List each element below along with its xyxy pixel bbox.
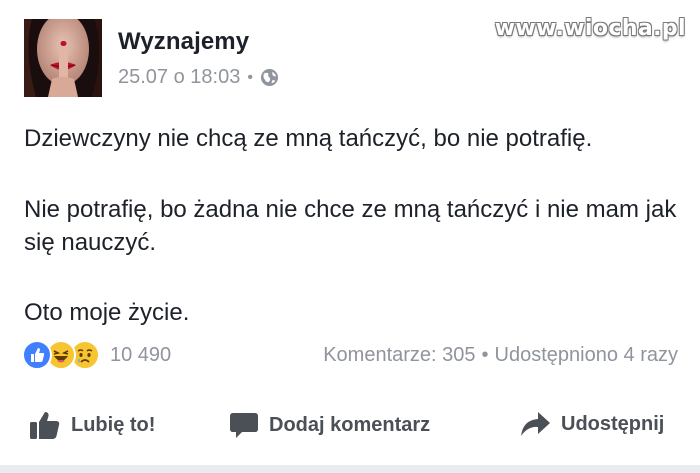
post-stats: Komentarze: 305 • Udostępniono 4 razy [323, 344, 678, 367]
like-reaction-icon [22, 340, 52, 370]
meta-separator: • [247, 68, 253, 86]
avatar[interactable] [24, 19, 102, 97]
shares-count[interactable]: Udostępniono 4 razy [495, 344, 678, 367]
thumbs-up-icon [30, 412, 60, 439]
avatar-image [24, 19, 102, 97]
post-author[interactable]: Wyznajemy [118, 28, 249, 56]
post-paragraph-3: Oto moje życie. [24, 299, 190, 326]
like-button[interactable]: Lubię to! [29, 410, 155, 440]
comments-count[interactable]: Komentarze: 305 [323, 344, 475, 367]
share-arrow-icon [521, 412, 550, 436]
facebook-post: Wyznajemy 25.07 o 18:03 • www.wiocha.pl … [0, 0, 700, 473]
globe-icon[interactable] [260, 68, 279, 87]
action-bar: Lubię to! Dodaj komentarz Udostępnij [0, 410, 700, 450]
share-label: Udostępnij [561, 412, 665, 435]
watermark: www.wiocha.pl [494, 16, 686, 41]
like-label: Lubię to! [71, 413, 156, 436]
comment-button[interactable]: Dodaj komentarz [229, 410, 430, 440]
stats-separator: • [481, 344, 489, 366]
post-timestamp[interactable]: 25.07 o 18:03 [118, 66, 240, 89]
comment-label: Dodaj komentarz [269, 413, 431, 436]
post-meta: 25.07 o 18:03 • [118, 66, 279, 89]
reactions-summary[interactable]: 10 490 [22, 340, 171, 370]
post-paragraph-1: Dziewczyny nie chcą ze mną tańczyć, bo n… [24, 125, 593, 152]
bottom-separator-bar [0, 465, 700, 473]
share-button[interactable]: Udostępnij [519, 410, 664, 438]
reaction-count: 10 490 [110, 343, 172, 366]
post-paragraph-2: Nie potrafię, bo żadna nie chce ze mną t… [24, 196, 677, 256]
divider [0, 390, 700, 391]
comment-icon [230, 413, 258, 438]
